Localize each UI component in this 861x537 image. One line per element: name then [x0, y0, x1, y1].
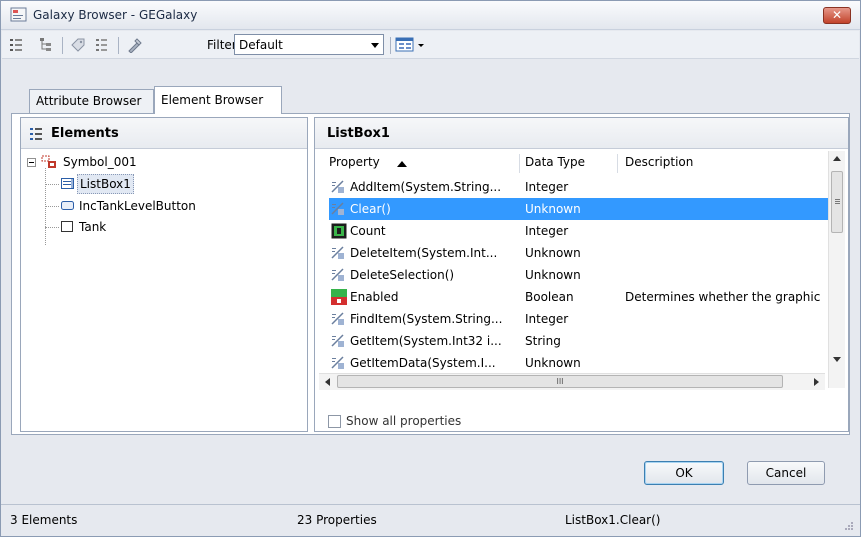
tree-label: ListBox1 [77, 174, 134, 194]
cancel-button[interactable]: Cancel [747, 461, 825, 485]
method-icon [331, 245, 347, 261]
elements-pane: Elements Symbol_001 ListBox1 IncTankLeve… [20, 117, 308, 432]
scroll-up-icon[interactable] [833, 155, 841, 161]
status-selection: ListBox1.Clear() [565, 513, 661, 527]
resize-grip-icon[interactable] [843, 520, 854, 531]
cell-property: Clear() [350, 202, 391, 216]
filter-edit-icon[interactable] [127, 37, 143, 53]
status-elements-count: 3 Elements [10, 513, 78, 527]
method-icon [331, 179, 347, 195]
elements-icon [30, 128, 42, 140]
table-row[interactable]: DeleteSelection() Unknown [329, 264, 830, 286]
tree-label: Symbol_001 [63, 155, 137, 169]
method-icon [331, 201, 347, 217]
filter-value: Default [239, 38, 283, 52]
cell-data-type: Integer [525, 312, 569, 326]
app-icon [10, 7, 27, 22]
cell-property: FindItem(System.String... [350, 312, 503, 326]
tab-element-browser[interactable]: Element Browser [154, 86, 282, 114]
properties-grid: AddItem(System.String... Integer Clear() Un… [315, 118, 830, 371]
tab-attribute-browser[interactable]: Attribute Browser [29, 89, 154, 113]
cell-property: Enabled [350, 290, 399, 304]
table-row[interactable]: GetItem(System.Int32 i... String [329, 330, 830, 352]
tag-icon[interactable] [70, 37, 86, 53]
toolbar-separator [118, 37, 119, 54]
table-row[interactable]: DeleteItem(System.Int... Unknown [329, 242, 830, 264]
cell-description: Determines whether the graphic [625, 290, 821, 304]
window-title: Galaxy Browser - GEGalaxy [33, 8, 198, 22]
ok-button[interactable]: OK [644, 461, 724, 485]
method-icon [331, 355, 347, 371]
toolbar-separator [390, 37, 391, 54]
boolean-property-icon [331, 289, 347, 305]
tree-line [45, 184, 59, 185]
cell-data-type: String [525, 334, 561, 348]
properties-pane: ListBox1 Property Data Type Description … [314, 117, 849, 432]
list-detail-icon[interactable] [94, 37, 110, 53]
tree-line [45, 206, 59, 207]
cell-data-type: Integer [525, 224, 569, 238]
status-properties-count: 23 Properties [297, 513, 377, 527]
scroll-right-icon[interactable] [814, 378, 820, 386]
hierarchy-icon[interactable] [38, 37, 54, 53]
tree-label: Tank [79, 220, 107, 234]
elements-title: Elements [51, 126, 119, 141]
cell-data-type: Boolean [525, 290, 574, 304]
table-row[interactable]: GetItemData(System.I... Unknown [329, 352, 830, 371]
show-all-properties-label[interactable]: Show all properties [346, 414, 461, 428]
layout-options-button[interactable] [394, 35, 430, 55]
method-icon [331, 333, 347, 349]
cell-data-type: Unknown [525, 246, 581, 260]
tree-label: IncTankLevelButton [79, 199, 196, 213]
scroll-thumb[interactable] [831, 171, 843, 233]
cell-data-type: Unknown [525, 356, 581, 370]
toolbar-separator [62, 37, 63, 54]
scroll-thumb-horizontal[interactable]: III [337, 375, 783, 388]
tree-view-icon[interactable] [9, 37, 25, 53]
property-icon [331, 223, 347, 239]
vertical-scrollbar[interactable] [828, 151, 845, 388]
table-row[interactable]: AddItem(System.String... Integer [329, 176, 830, 198]
toolbar: Filter: Default [2, 31, 859, 59]
table-row[interactable]: Count Integer [329, 220, 830, 242]
filter-dropdown[interactable]: Default [234, 34, 384, 55]
button-icon [61, 201, 74, 210]
cell-data-type: Unknown [525, 268, 581, 282]
show-all-properties-checkbox[interactable] [328, 415, 341, 428]
cell-property: Count [350, 224, 386, 238]
method-icon [331, 311, 347, 327]
cell-property: DeleteSelection() [350, 268, 455, 282]
scroll-down-icon[interactable] [833, 357, 841, 363]
chevron-down-icon [371, 43, 379, 48]
horizontal-scrollbar[interactable]: III [319, 373, 825, 390]
cell-property: DeleteItem(System.Int... [350, 246, 498, 260]
table-row[interactable]: Clear() Unknown [329, 198, 830, 220]
listbox-icon [61, 178, 74, 189]
collapse-icon[interactable] [27, 158, 36, 167]
table-row[interactable]: Enabled Boolean Determines whether the gra… [329, 286, 830, 308]
cell-data-type: Integer [525, 180, 569, 194]
tree-line [45, 227, 59, 228]
symbol-icon [41, 155, 56, 168]
cell-data-type: Unknown [525, 202, 581, 216]
cell-property: GetItem(System.Int32 i... [350, 334, 502, 348]
galaxy-browser-window: Galaxy Browser - GEGalaxy ✕ Filter: Defa… [0, 0, 861, 537]
method-icon [331, 267, 347, 283]
close-button[interactable]: ✕ [823, 7, 851, 24]
status-bar: 3 Elements 23 Properties ListBox1.Clear(… [1, 504, 860, 536]
table-row[interactable]: FindItem(System.String... Integer [329, 308, 830, 330]
tab-panel: Elements Symbol_001 ListBox1 IncTankLeve… [11, 113, 850, 435]
title-bar: Galaxy Browser - GEGalaxy ✕ [1, 1, 860, 30]
cell-property: AddItem(System.String... [350, 180, 502, 194]
cell-property: GetItemData(System.I... [350, 356, 496, 370]
rectangle-icon [61, 221, 73, 232]
scroll-left-icon[interactable] [324, 378, 330, 386]
elements-header: Elements [21, 118, 307, 149]
